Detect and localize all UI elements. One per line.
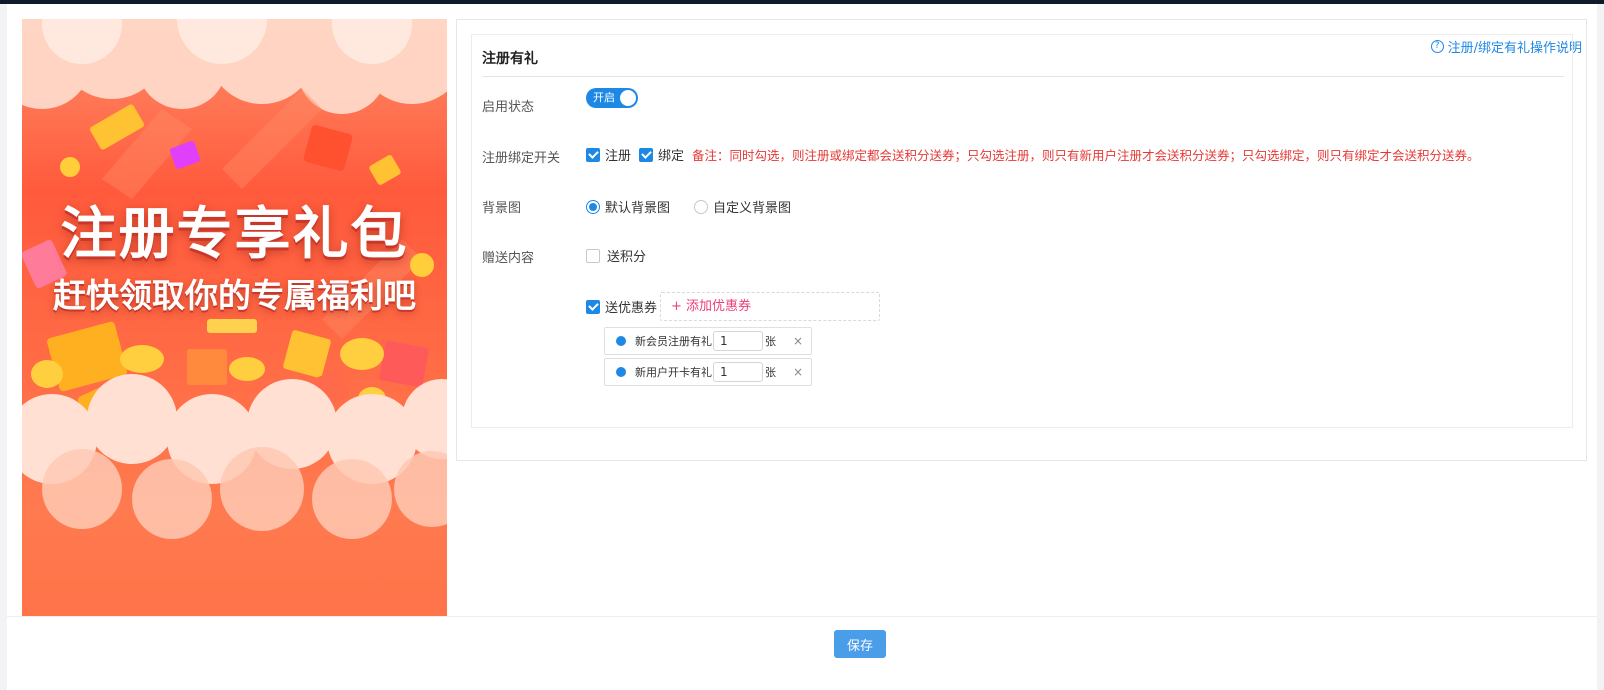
coupon-item: 新用户开卡有礼 张 × (604, 358, 812, 386)
bind-checkbox[interactable] (639, 147, 654, 162)
enable-switch-text: 开启 (593, 91, 615, 104)
page: 注册专享礼包 赶快领取你的专属福利吧 ? 注册/绑定有礼操作说明 注册有礼 启用… (7, 4, 1597, 690)
custom-background-radio[interactable] (694, 199, 709, 214)
poster-illustration (22, 19, 447, 631)
coupon-quantity-input[interactable] (713, 362, 763, 382)
close-icon[interactable]: × (793, 334, 803, 348)
coupon-item: 新会员注册有礼 张 × (604, 327, 812, 355)
enable-switch[interactable]: 开启 (586, 88, 638, 108)
points-checkbox[interactable] (586, 248, 600, 263)
form-panel: 注册有礼 启用状态 开启 注册绑定开关 注册 绑定 备注：同时勾选，则注册或绑定… (471, 34, 1573, 428)
coupon-checkbox[interactable] (586, 299, 600, 314)
default-background-radio[interactable] (586, 199, 600, 214)
poster-subtitle: 赶快领取你的专属福利吧 (53, 276, 416, 315)
enable-label: 启用状态 (482, 100, 535, 115)
coupon-name: 新会员注册有礼 (635, 335, 712, 348)
poster-title: 注册专享礼包 (60, 202, 409, 267)
add-coupon-button[interactable]: + 添加优惠券 (660, 292, 880, 321)
coupon-dot-icon (616, 336, 626, 346)
gift-label: 赠送内容 (482, 251, 535, 266)
register-checkbox-label: 注册 (605, 149, 632, 164)
poster-preview: 注册专享礼包 赶快领取你的专属福利吧 (22, 19, 447, 631)
points-checkbox-label: 送积分 (607, 250, 647, 265)
bind-checkbox-label: 绑定 (658, 149, 685, 164)
section-divider (482, 76, 1564, 77)
coupon-dot-icon (616, 367, 626, 377)
coupon-checkbox-label: 送优惠券 (605, 301, 658, 316)
register-checkbox[interactable] (586, 147, 600, 162)
section-title: 注册有礼 (482, 51, 538, 67)
save-button[interactable]: 保存 (834, 630, 886, 658)
coupon-unit: 张 (765, 335, 776, 348)
switch-knob (620, 90, 636, 106)
coupon-name: 新用户开卡有礼 (635, 366, 712, 379)
footer-bar: 保存 (7, 616, 1597, 690)
bind-note: 备注：同时勾选，则注册或绑定都会送积分送券；只勾选注册，则只有新用户注册才会送积… (692, 148, 1480, 163)
default-background-label: 默认背景图 (605, 201, 671, 216)
settings-card: ? 注册/绑定有礼操作说明 注册有礼 启用状态 开启 注册绑定开关 注册 绑定 (456, 19, 1587, 461)
close-icon[interactable]: × (793, 365, 803, 379)
coupon-unit: 张 (765, 366, 776, 379)
background-label: 背景图 (482, 201, 522, 216)
coupon-quantity-input[interactable] (713, 331, 763, 351)
custom-background-label: 自定义背景图 (713, 201, 792, 216)
bind-switch-label: 注册绑定开关 (482, 151, 561, 166)
